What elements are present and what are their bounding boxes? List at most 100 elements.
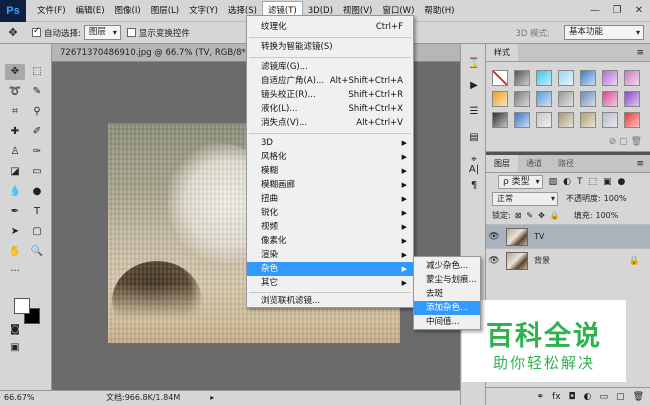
tab-channels[interactable]: 通道: [518, 155, 550, 172]
style-swatch[interactable]: [558, 70, 574, 86]
maximize-icon[interactable]: ❐: [606, 0, 628, 22]
tab-styles[interactable]: 样式: [486, 44, 518, 61]
tab-paths[interactable]: 路径: [550, 155, 582, 172]
menu-file[interactable]: 文件(F): [32, 2, 71, 20]
submenu-item-add-noise[interactable]: 添加杂色...: [414, 301, 480, 315]
style-swatch[interactable]: [580, 91, 596, 107]
minimize-icon[interactable]: —: [584, 0, 606, 22]
quick-mask-icon[interactable]: ◙: [5, 322, 25, 338]
new-style-icon[interactable]: ▢: [619, 137, 628, 147]
foreground-color-swatch[interactable]: [14, 298, 30, 314]
type-filter-icon[interactable]: T: [577, 177, 583, 187]
status-arrow-icon[interactable]: ▸: [210, 391, 214, 405]
quick-select-tool-icon[interactable]: ✎: [27, 84, 47, 100]
style-swatch[interactable]: [492, 91, 508, 107]
style-swatch[interactable]: [580, 70, 596, 86]
layer-style-icon[interactable]: fx: [552, 392, 561, 402]
hand-tool-icon[interactable]: ✋: [5, 244, 25, 260]
move-tool-icon[interactable]: ✥: [0, 26, 26, 39]
clone-stamp-icon[interactable]: ♙: [5, 144, 25, 160]
menu-edit[interactable]: 编辑(E): [71, 2, 110, 20]
properties-icon[interactable]: ☰: [466, 104, 482, 120]
style-swatch[interactable]: [624, 70, 640, 86]
menu-type[interactable]: 文字(Y): [184, 2, 223, 20]
style-swatch[interactable]: [624, 112, 640, 128]
menu-item-stylize[interactable]: 风格化 ▶: [247, 150, 413, 164]
menu-item-render[interactable]: 渲染 ▶: [247, 248, 413, 262]
shape-filter-icon[interactable]: ⬚: [588, 177, 597, 187]
lasso-tool-icon[interactable]: ➰: [5, 84, 25, 100]
menu-layer[interactable]: 图层(L): [146, 2, 184, 20]
pixel-filter-icon[interactable]: ▨: [549, 177, 558, 187]
type-tool-icon[interactable]: T: [27, 204, 47, 220]
auto-select-dropdown[interactable]: 图层: [83, 25, 121, 40]
menu-item-3d[interactable]: 3D ▶: [247, 136, 413, 150]
screen-mode-icon[interactable]: ▣: [5, 340, 25, 356]
style-swatch[interactable]: [558, 112, 574, 128]
eraser-tool-icon[interactable]: ◪: [5, 164, 25, 180]
lock-paint-icon[interactable]: ✎: [526, 211, 533, 220]
zoom-tool-icon[interactable]: 🔍: [27, 244, 47, 260]
menu-image[interactable]: 图像(I): [110, 2, 146, 20]
brush-tool-icon[interactable]: ✐: [27, 124, 47, 140]
menu-item-texturize[interactable]: 纹理化 Ctrl+F: [247, 20, 413, 34]
new-layer-icon[interactable]: ▢: [616, 392, 625, 402]
menu-item-filter-gallery[interactable]: 滤镜库(G)...: [247, 60, 413, 74]
close-icon[interactable]: ✕: [628, 0, 650, 22]
style-swatch[interactable]: [514, 112, 530, 128]
style-swatch[interactable]: [580, 112, 596, 128]
style-swatch[interactable]: [602, 112, 618, 128]
style-swatch[interactable]: [602, 70, 618, 86]
eyedropper-tool-icon[interactable]: ⚲: [27, 104, 47, 120]
new-group-icon[interactable]: ▭: [600, 392, 609, 402]
lock-all-icon[interactable]: 🔒: [550, 211, 560, 220]
path-select-icon[interactable]: ➤: [5, 224, 25, 240]
link-layers-icon[interactable]: ⚭: [537, 392, 545, 402]
menu-item-lens-correction[interactable]: 镜头校正(R)... Shift+Ctrl+R: [247, 88, 413, 102]
style-swatch[interactable]: [624, 91, 640, 107]
character-icon[interactable]: A|: [466, 162, 482, 178]
dodge-tool-icon[interactable]: ●: [27, 184, 47, 200]
submenu-item-dust-scratches[interactable]: 蒙尘与划痕...: [414, 273, 480, 287]
clear-style-icon[interactable]: ⊘: [609, 137, 617, 147]
add-mask-icon[interactable]: ◘: [569, 392, 576, 402]
menu-item-distort[interactable]: 扭曲 ▶: [247, 192, 413, 206]
move-tool-icon[interactable]: ✥: [5, 64, 25, 80]
style-swatch[interactable]: [558, 91, 574, 107]
filter-toggle-icon[interactable]: ●: [617, 177, 625, 187]
healing-brush-icon[interactable]: ✚: [5, 124, 25, 140]
menu-item-pixelate[interactable]: 像素化 ▶: [247, 234, 413, 248]
style-swatch[interactable]: [536, 70, 552, 86]
fill-value[interactable]: 100%: [595, 211, 618, 220]
paragraph-icon[interactable]: ¶: [466, 178, 482, 194]
opacity-value[interactable]: 100%: [604, 194, 627, 203]
more-tools-icon[interactable]: ···: [5, 264, 25, 280]
visibility-eye-icon[interactable]: 👁: [486, 256, 502, 266]
shape-tool-icon[interactable]: ▢: [27, 224, 47, 240]
show-transform-checkbox[interactable]: [126, 28, 136, 37]
panel-menu-icon[interactable]: ≡: [636, 44, 650, 61]
delete-layer-icon[interactable]: 🗑: [633, 392, 644, 402]
menu-item-blur-gallery[interactable]: 模糊画廊 ▶: [247, 178, 413, 192]
style-swatch[interactable]: [492, 70, 508, 86]
auto-select-checkbox[interactable]: [32, 26, 41, 37]
style-swatch[interactable]: [514, 91, 530, 107]
menu-help[interactable]: 帮助(H): [419, 2, 459, 20]
submenu-item-despeckle[interactable]: 去斑: [414, 287, 480, 301]
blur-tool-icon[interactable]: 💧: [5, 184, 25, 200]
menu-item-other[interactable]: 其它 ▶: [247, 276, 413, 290]
style-swatch[interactable]: [536, 112, 552, 128]
lock-position-icon[interactable]: ✥: [538, 211, 545, 220]
tab-layers[interactable]: 图层: [486, 155, 518, 172]
history-brush-icon[interactable]: ✑: [27, 144, 47, 160]
menu-item-liquify[interactable]: 液化(L)... Shift+Ctrl+X: [247, 102, 413, 116]
lock-pixels-icon[interactable]: ⊠: [515, 211, 522, 220]
style-swatch[interactable]: [514, 70, 530, 86]
submenu-item-median[interactable]: 中间值...: [414, 315, 480, 329]
style-swatch[interactable]: [536, 91, 552, 107]
layer-row-tv[interactable]: 👁 TV: [486, 224, 650, 248]
menu-item-sharpen[interactable]: 锐化 ▶: [247, 206, 413, 220]
crop-tool-icon[interactable]: ⌗: [5, 104, 25, 120]
smart-object-filter-icon[interactable]: ▣: [603, 177, 612, 187]
style-swatch[interactable]: [602, 91, 618, 107]
